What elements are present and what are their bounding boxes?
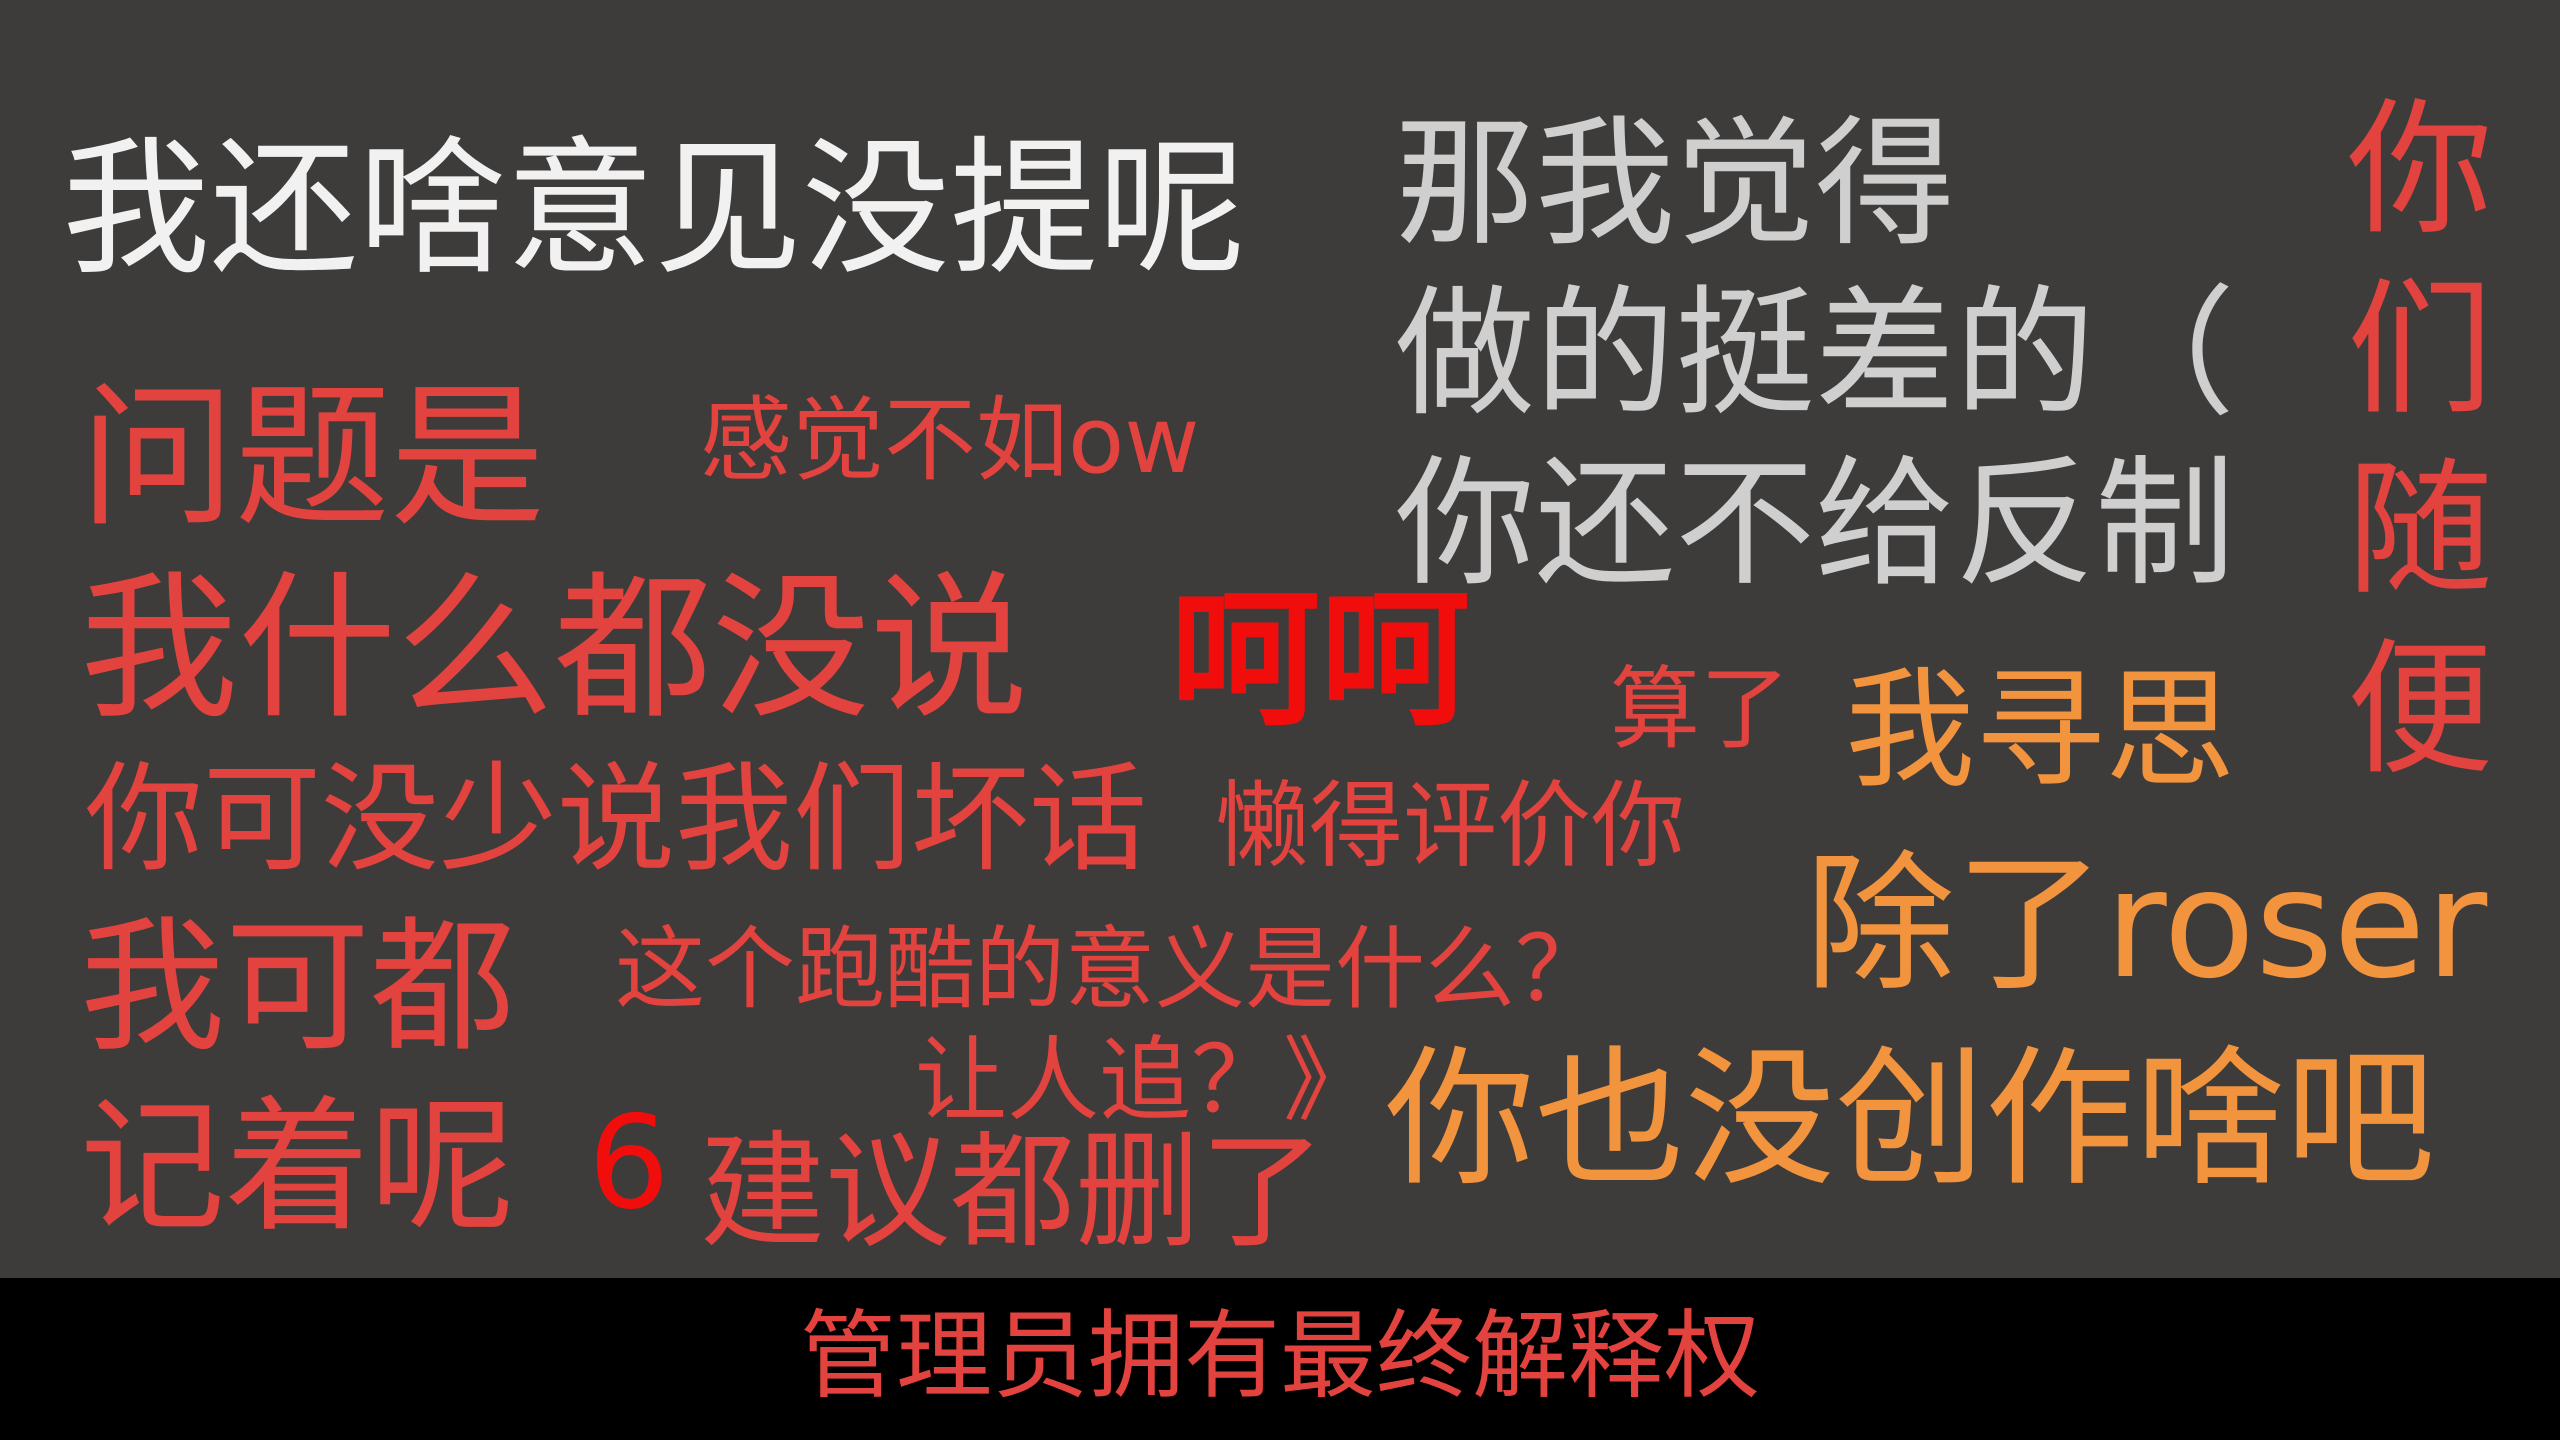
phrase-gray-critique-block: 那我觉得 做的挺差的（ 你还不给反制 xyxy=(1395,103,2236,606)
phrase-forget-it: 算了 xyxy=(1610,657,1790,762)
phrase-parkour-meaning: 这个跑酷的意义是什么？ xyxy=(615,917,1605,1022)
phrase-i-remember: 我可都 xyxy=(80,903,515,1072)
phrase-said-nothing: 我什么都没说 xyxy=(80,557,1028,741)
phrase-six: 6 xyxy=(588,1089,670,1238)
phrase-the-problem-is: 问题是 xyxy=(80,367,545,548)
phrase-suggestions-deleted: 建议都删了 xyxy=(700,1120,1325,1265)
footer-disclaimer: 管理员拥有最终解释权 xyxy=(800,1300,1760,1412)
phrase-not-as-good-as-ow: 感觉不如ow xyxy=(700,387,1200,494)
phrase-remembering: 记着呢 xyxy=(80,1083,515,1252)
phrase-lazy-to-evaluate: 懒得评价你 xyxy=(1215,772,1686,881)
footer-bar: 管理员拥有最终解释权 xyxy=(0,1278,2560,1440)
slide-canvas: 我还啥意见没提呢 那我觉得 做的挺差的（ 你还不给反制 你 们 随 便 问题是 … xyxy=(0,0,2560,1440)
phrase-no-creation: 你也没创作啥吧 xyxy=(1385,1033,2436,1207)
phrase-i-think: 我寻思 xyxy=(1845,654,2236,806)
phrase-hehe: 呵呵 xyxy=(1170,573,1471,747)
phrase-haven-t-commented-yet: 我还啥意见没提呢 xyxy=(62,123,1246,295)
phrase-except-roser: 除了roser xyxy=(1805,838,2488,1012)
phrase-let-people-chase: 让人追？》 xyxy=(915,1027,1376,1134)
comment-wall: 我还啥意见没提呢 那我觉得 做的挺差的（ 你还不给反制 你 们 随 便 问题是 … xyxy=(0,0,2560,1278)
phrase-bad-talk: 你可没少说我们坏话 xyxy=(85,750,1148,888)
phrase-vertical-whatever: 你 们 随 便 xyxy=(2347,85,2493,795)
